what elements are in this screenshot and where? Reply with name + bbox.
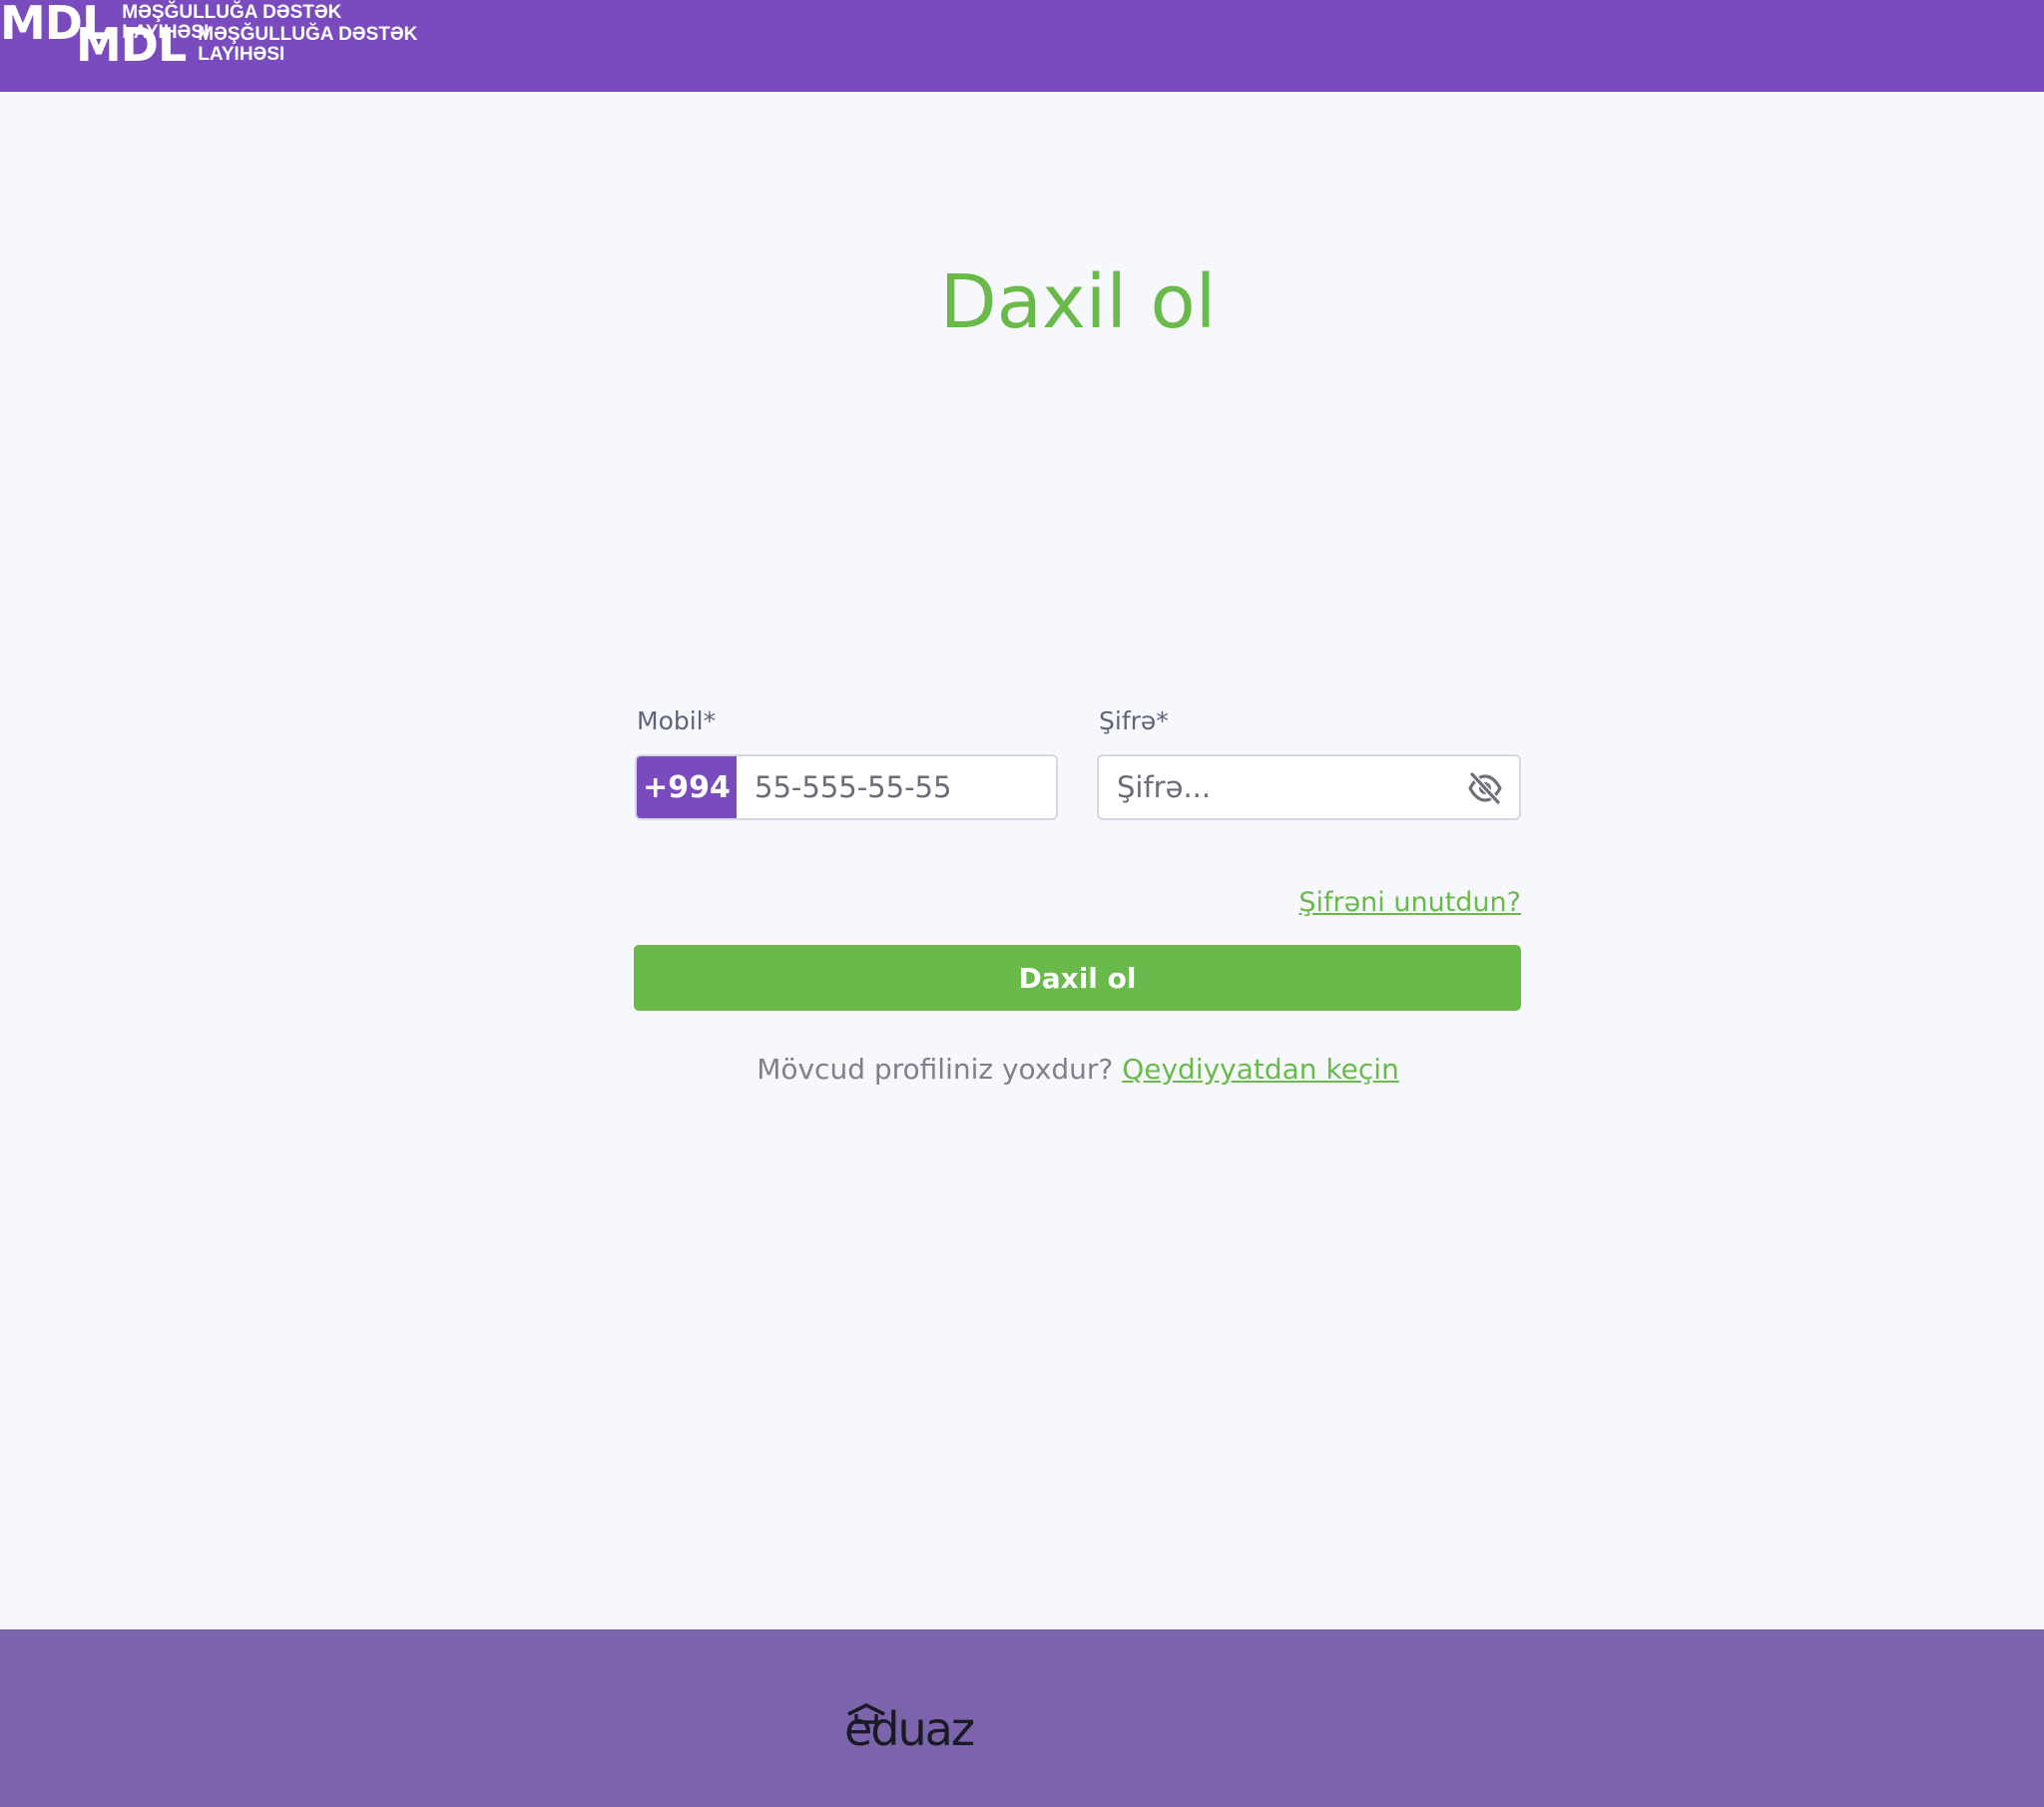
- page-title: Daxil ol: [939, 259, 1217, 345]
- header-logo-line2: layihəsi: [198, 44, 285, 65]
- password-label: Şifrə*: [1099, 706, 1169, 735]
- eduaz-logo-text: eduaz: [844, 1702, 975, 1756]
- footer-logo-line1: Məşğulluğa dəstək: [122, 2, 342, 23]
- register-prompt: Mövcud profiliniz yoxdur?: [757, 1053, 1114, 1086]
- mobile-label: Mobil*: [637, 706, 717, 735]
- password-input[interactable]: [1099, 756, 1448, 818]
- eduaz-logo[interactable]: eduaz: [844, 1702, 994, 1754]
- register-link[interactable]: Qeydiyyatdan keçin: [1122, 1053, 1399, 1086]
- password-field-group: [1097, 754, 1521, 820]
- footer-mdl-logo[interactable]: MDL Məşğulluğa dəstək layihəsi: [0, 0, 341, 46]
- footer-logo-mark: MDL: [0, 0, 111, 50]
- eye-slash-icon[interactable]: [1467, 771, 1503, 805]
- register-row: Mövcud profiliniz yoxdur? Qeydiyyatdan k…: [0, 1052, 2044, 1088]
- footer-logo-line2: layihəsi: [122, 22, 210, 43]
- login-button[interactable]: Daxil ol: [634, 945, 1521, 1011]
- mobile-field-group: +994: [635, 754, 1058, 820]
- country-code-prefix: +994: [637, 756, 737, 818]
- mobile-input[interactable]: [737, 756, 1056, 818]
- footer: [0, 1629, 2044, 1807]
- forgot-password-link[interactable]: Şifrəni unutdun?: [1098, 886, 1521, 920]
- footer-logo-text: Məşğulluğa dəstək layihəsi: [122, 3, 341, 43]
